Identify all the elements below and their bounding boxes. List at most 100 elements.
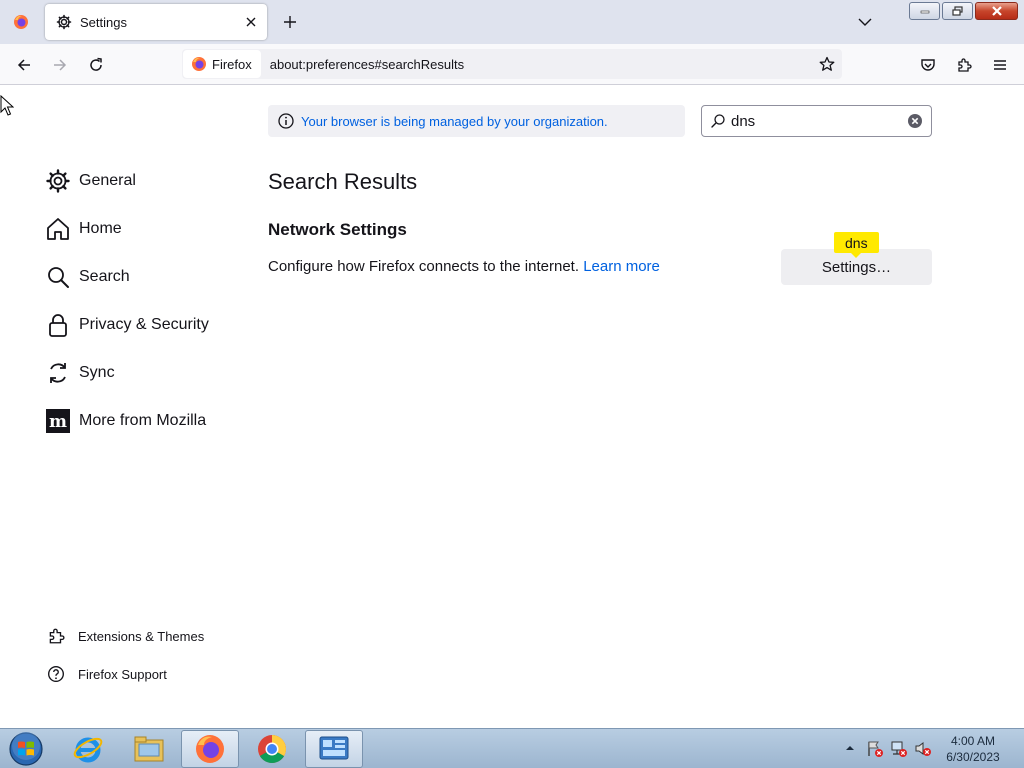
network-icon [891,741,907,757]
sync-icon [44,359,72,387]
category-label: Search [79,268,130,285]
firefox-icon [196,735,224,763]
chrome-icon [258,735,286,763]
settings-search-input[interactable]: dns [701,105,932,137]
taskbar-file-explorer[interactable] [120,730,178,768]
footer-link-label: Extensions & Themes [78,628,205,644]
search-icon [709,112,727,130]
clock-time: 4:00 AM [950,734,996,748]
bookmark-star-button[interactable] [813,50,841,78]
puzzle-icon [958,58,972,72]
search-input-value[interactable]: dns [731,113,901,130]
tab-strip: Settings [0,0,1024,44]
puzzle-icon [46,626,66,646]
pocket-button[interactable] [914,52,942,78]
category-search[interactable]: Search [44,259,130,295]
back-arrow-icon [17,59,30,71]
gear-icon [44,167,72,195]
taskbar-control-panel[interactable] [305,730,363,768]
category-more-from-mozilla[interactable]: m More from Mozilla [44,403,206,439]
clear-search-button[interactable] [901,107,929,135]
show-hidden-icons-button[interactable] [843,741,857,755]
minimize-button[interactable] [909,2,940,20]
tab-title: Settings [80,14,127,30]
restore-icon [951,6,963,16]
svg-text:m: m [49,412,67,432]
close-icon [991,6,1002,16]
forward-arrow-icon [54,59,67,71]
gear-icon [56,14,72,30]
control-panel-icon [319,736,349,760]
pocket-icon [921,59,935,71]
description-text: Configure how Firefox connects to the in… [268,258,580,275]
close-icon [246,17,256,27]
chevron-up-icon [846,746,854,750]
flag-alert-icon [868,741,883,757]
home-icon [44,215,72,243]
category-label: More from Mozilla [79,412,207,429]
internet-explorer-icon [73,737,103,763]
category-label: Home [79,220,122,237]
clock-date: 6/30/2023 [946,750,1000,764]
restore-button[interactable] [942,2,973,20]
new-tab-button[interactable] [278,10,302,34]
policies-link[interactable]: Your browser is being managed by your or… [301,114,608,129]
lock-icon [44,311,72,339]
category-sync[interactable]: Sync [44,355,115,391]
reload-icon [90,57,102,71]
clear-icon [908,114,922,128]
system-clock[interactable]: 4:00 AM 6/30/2023 [940,733,1006,765]
close-window-button[interactable] [975,2,1018,20]
taskbar-firefox[interactable] [181,730,239,768]
search-match-tooltip: dns [834,232,879,258]
learn-more-link[interactable]: Learn more [583,258,660,275]
url-bar[interactable]: Firefox about:preferences#searchResults [182,49,842,79]
plus-icon [284,16,296,28]
mouse-cursor-icon [0,95,14,116]
close-tab-button[interactable] [239,10,263,34]
window-controls [909,2,1018,20]
firefox-view-button[interactable] [0,0,42,44]
url-text[interactable]: about:preferences#searchResults [270,57,813,72]
start-button[interactable] [6,731,46,767]
app-menu-button[interactable] [986,52,1014,78]
footer-link-label: Firefox Support [78,666,167,682]
category-privacy[interactable]: Privacy & Security [44,307,209,343]
identity-label: Firefox [212,56,252,72]
category-label: General [79,172,136,189]
mozilla-icon: m [44,407,72,435]
volume-tray-icon[interactable] [914,740,932,758]
category-home[interactable]: Home [44,211,122,247]
search-results-title: Search Results [268,169,418,194]
speaker-muted-icon [915,742,931,756]
identity-box[interactable]: Firefox [183,50,261,78]
network-settings-description: Configure how Firefox connects to the in… [268,258,660,275]
extensions-button[interactable] [950,52,978,78]
search-icon [44,263,72,291]
taskbar-chrome[interactable] [243,730,301,768]
windows-start-icon [9,732,43,766]
extensions-themes-link[interactable]: Extensions & Themes [46,624,204,648]
forward-button[interactable] [46,52,74,78]
tab-settings[interactable]: Settings [45,4,267,40]
firefox-support-link[interactable]: Firefox Support [46,662,167,686]
policies-notice: Your browser is being managed by your or… [268,105,685,137]
taskbar: 4:00 AM 6/30/2023 [0,728,1024,768]
file-explorer-icon [134,736,164,762]
category-general[interactable]: General [44,163,136,199]
firefox-icon [192,57,206,71]
network-settings-title: Network Settings [268,220,407,239]
minimize-icon [920,10,929,14]
back-button[interactable] [10,52,38,78]
category-label: Sync [79,364,115,381]
action-center-tray-icon[interactable] [866,740,884,758]
taskbar-internet-explorer[interactable] [59,730,117,768]
reload-button[interactable] [82,52,110,78]
list-all-tabs-button[interactable] [853,10,877,34]
firefox-icon [14,15,28,29]
info-icon [277,112,295,130]
network-tray-icon[interactable] [890,740,908,758]
category-label: Privacy & Security [79,316,209,333]
chevron-down-icon [858,18,872,26]
star-icon [819,56,835,71]
